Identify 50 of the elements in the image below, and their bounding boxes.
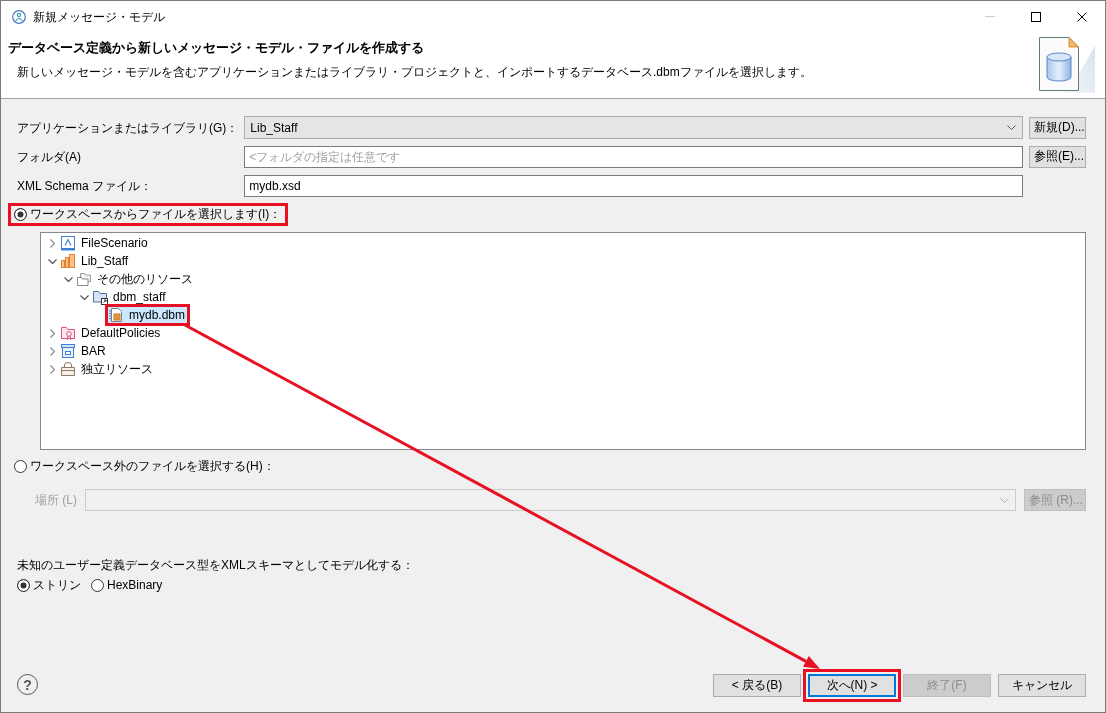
- tree-item[interactable]: FileScenario: [60, 235, 150, 251]
- tree-item[interactable]: DefaultPolicies: [60, 325, 163, 341]
- field-label: XML Schema ファイル：: [17, 177, 153, 194]
- bag-icon: [60, 361, 76, 377]
- chevron-right-icon[interactable]: [49, 238, 55, 248]
- archive-box-icon: [60, 343, 76, 359]
- radio-circle[interactable]: [14, 460, 27, 473]
- dialog-button[interactable]: キャンセル: [998, 674, 1086, 697]
- folders-icon: [76, 271, 92, 287]
- tree-item[interactable]: 独立リソース: [60, 361, 155, 377]
- radio-circle[interactable]: [17, 579, 30, 592]
- location-label: 場所 (L): [35, 492, 77, 508]
- caret-box-icon: [60, 235, 76, 251]
- chevron-down-icon[interactable]: [63, 276, 73, 282]
- radio-option[interactable]: ワークスペースからファイルを選択します(I)：: [14, 207, 282, 222]
- dialog-button[interactable]: 次へ(N) >: [808, 674, 896, 697]
- table-document-icon: [108, 307, 124, 323]
- text-field[interactable]: <フォルダの指定は任意です: [244, 145, 1023, 168]
- dialog-button[interactable]: 新規(D)...: [1029, 116, 1086, 139]
- radio-option[interactable]: ワークスペース外のファイルを選択する(H)：: [14, 459, 275, 474]
- chevron-down-icon[interactable]: [47, 258, 57, 264]
- books-icon: [60, 253, 76, 269]
- app-logo-icon: [12, 9, 26, 24]
- chevron-right-icon[interactable]: [49, 364, 55, 374]
- tree-item[interactable]: mydb.dbm: [108, 307, 188, 323]
- combo-box[interactable]: Lib_Staff: [244, 116, 1023, 139]
- field-label: アプリケーションまたはライブラリ(G)：: [17, 119, 239, 136]
- field-label: フォルダ(A): [17, 148, 82, 165]
- chevron-right-icon[interactable]: [49, 346, 55, 356]
- tree-item[interactable]: dbm_staff: [92, 289, 168, 305]
- folder-ribbon-icon: [60, 325, 76, 341]
- tree-item[interactable]: BAR: [60, 343, 108, 359]
- tree-item[interactable]: Lib_Staff: [60, 253, 131, 269]
- radio-option[interactable]: ストリン: [17, 578, 81, 593]
- folder-icon: [92, 289, 108, 305]
- window-title: 新規メッセージ・モデル: [33, 8, 165, 25]
- text-field[interactable]: mydb.xsd: [244, 174, 1023, 197]
- radio-option[interactable]: HexBinary: [91, 578, 163, 593]
- page-title: データベース定義から新しいメッセージ・モデル・ファイルを作成する: [8, 39, 424, 57]
- tree-item[interactable]: その他のリソース: [76, 271, 195, 287]
- dialog-button[interactable]: < 戻る(B): [713, 674, 801, 697]
- page-description: 新しいメッセージ・モデルを含むアプリケーションまたはライブラリ・プロジェクトと、インポートするデータベース.dbmファイルを選択します。: [17, 64, 812, 80]
- chevron-right-icon[interactable]: [49, 328, 55, 338]
- dialog-button[interactable]: 参照(E)...: [1029, 145, 1086, 168]
- chevron-down-icon: [1007, 125, 1016, 130]
- radio-circle[interactable]: [91, 579, 104, 592]
- radio-circle[interactable]: [14, 208, 27, 221]
- section-label: 未知のユーザー定義データベース型をXMLスキーマとしてモデル化する：: [17, 557, 414, 573]
- chevron-down-icon[interactable]: [79, 294, 89, 300]
- chevron-down-icon: [1000, 497, 1009, 503]
